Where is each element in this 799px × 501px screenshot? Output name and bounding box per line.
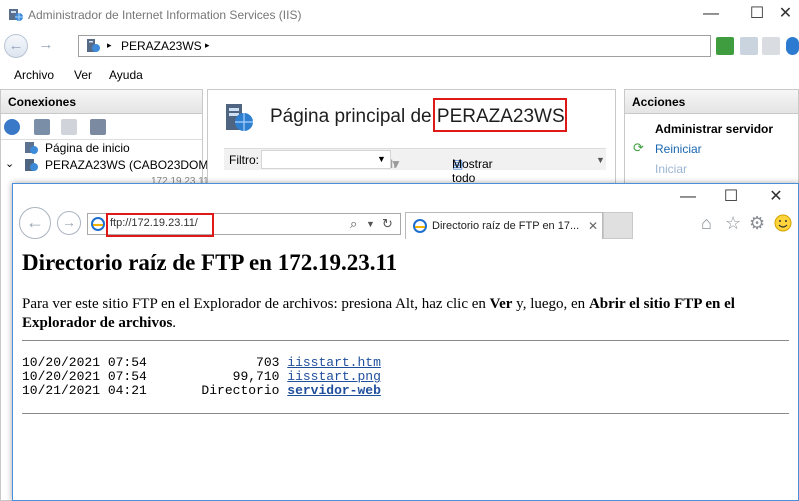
listing-size: 703 [146,355,288,370]
restart-icon: ⟳ [633,140,644,155]
ie-forward-button[interactable]: → [57,211,81,235]
ie-close-button[interactable]: ✕ [753,184,798,212]
home-icon[interactable]: ⌂ [701,213,712,234]
divider-top [22,340,789,341]
ie-back-button[interactable]: ← [19,207,51,239]
listing-size: 99,710 [146,369,288,384]
show-all-label: Mostrar todo [452,157,493,185]
listing-date: 10/20/2021 07:54 [22,369,147,384]
save-icon[interactable] [34,119,50,135]
feedback-smiley-icon[interactable] [774,214,792,232]
start-page-icon [25,142,38,154]
iis-minimize-button[interactable]: — [688,0,734,30]
ftp-file-listing: 10/20/2021 07:54 703 iisstart.htm 10/20/2… [22,356,381,398]
breadcrumb-separator-icon: ▸ [107,40,112,50]
url-highlight [106,213,214,237]
ie-tab-title[interactable]: Directorio raíz de FTP en 17... [432,220,579,232]
filter-label: Filtro: [229,153,259,167]
ie-tab-icon [413,219,427,233]
iis-window-title: Administrador de Internet Information Se… [28,8,302,22]
actions-header: Acciones [625,90,798,114]
divider-bottom [22,413,789,414]
ie-new-tab-button[interactable] [603,212,633,239]
ftp-page-heading: Directorio raíz de FTP en 172.19.23.11 [22,250,398,275]
server-node-icon [25,159,38,171]
help-icon[interactable] [786,37,799,55]
listing-date: 10/20/2021 07:54 [22,355,147,370]
action-start[interactable]: Iniciar [655,162,687,176]
listing-file-link[interactable]: iisstart.htm [287,355,381,370]
breadcrumb-server[interactable]: PERAZA23WS [121,39,202,53]
menu-ver[interactable]: Ver [74,68,92,82]
listing-file-link[interactable]: iisstart.png [287,369,381,384]
instructions-text-1: Para ver este sitio FTP en el Explorador… [22,296,490,312]
favorites-star-icon[interactable]: ☆ [725,213,741,234]
iis-back-button[interactable]: ← [4,34,28,58]
filter-dropdown-icon[interactable]: ▼ [377,154,386,164]
instructions-text-2: y, luego, en [512,296,589,312]
server-icon [87,39,100,52]
instructions-bold-ver: Ver [489,296,513,312]
ftp-instructions: Para ver este sitio FTP en el Explorador… [22,295,792,333]
instructions-text-3: . [172,315,177,331]
filter-input[interactable] [261,150,391,169]
ie-tab-close-icon[interactable]: ✕ [588,219,598,233]
go-label: Ir [390,157,398,171]
group-by-dropdown-icon[interactable]: ▼ [596,155,605,165]
tree-item-server[interactable]: PERAZA23WS (CABO23DOM\ [45,158,212,172]
ie-maximize-button[interactable]: ☐ [708,184,754,212]
settings-gear-icon[interactable]: ⚙ [749,213,765,234]
filter-bar: Filtro: ▼ ▼ Ir ▤ Mostrar todo ▼ [224,148,606,185]
ie-minimize-button[interactable]: — [665,184,711,212]
iis-menu-bar: Archivo Ver Ayuda [0,62,799,88]
listing-date: 10/21/2021 04:21 [22,383,147,398]
server-name-highlight [433,98,567,132]
breadcrumb-chevron-icon[interactable]: ▸ [205,40,210,51]
home-icon[interactable] [762,37,780,55]
iis-navigation-bar: ← → ▸ PERAZA23WS ▸ [0,30,799,62]
search-icon[interactable]: ⌕ [350,216,357,232]
connections-header: Conexiones [1,90,202,114]
action-restart[interactable]: Reiniciar [655,142,702,156]
address-dropdown-icon[interactable]: ▼ [366,219,375,229]
listing-row: 10/20/2021 07:54 703 iisstart.htm [22,356,381,370]
listing-row: 10/20/2021 07:54 99,710 iisstart.png [22,370,381,384]
up-folder-icon[interactable] [61,119,77,135]
listing-row: 10/21/2021 04:21 Directorio servidor-web [22,384,381,398]
ie-page-icon [91,217,105,231]
actions-section-title: Administrar servidor [655,122,774,136]
listing-size: Directorio [146,383,288,398]
page-title-prefix: Página principal de [270,106,437,127]
ie-page-content: Directorio raíz de FTP en 172.19.23.11 P… [13,240,798,500]
disconnect-icon[interactable] [90,119,106,135]
iis-app-icon [9,9,23,21]
iis-close-button[interactable]: ✕ [772,0,799,30]
refresh-icon[interactable] [716,37,734,55]
stop-icon[interactable] [740,37,758,55]
menu-ayuda[interactable]: Ayuda [109,68,143,82]
iis-forward-button[interactable]: → [34,34,58,58]
tree-item-start-page[interactable]: Página de inicio [45,141,130,155]
iis-titlebar: Administrador de Internet Information Se… [0,0,799,30]
ie-tab-active[interactable]: Directorio raíz de FTP en 17... ✕ [405,212,603,239]
ie-refresh-icon[interactable]: ↻ [382,216,393,232]
tree-expand-chevron-icon[interactable]: ⌄ [5,157,14,170]
connect-globe-icon[interactable] [4,119,20,135]
menu-archivo[interactable]: Archivo [14,68,54,82]
internet-explorer-window: — ☐ ✕ ← → ftp://172.19.23.11/ ⌕ ▼ ↻ Dire… [12,183,799,501]
iis-address-bar[interactable]: ▸ PERAZA23WS ▸ [78,35,711,57]
ie-toolbar: — ☐ ✕ ← → ftp://172.19.23.11/ ⌕ ▼ ↻ Dire… [13,184,798,240]
listing-folder-link[interactable]: servidor-web [287,383,381,398]
server-globe-icon [226,104,253,131]
